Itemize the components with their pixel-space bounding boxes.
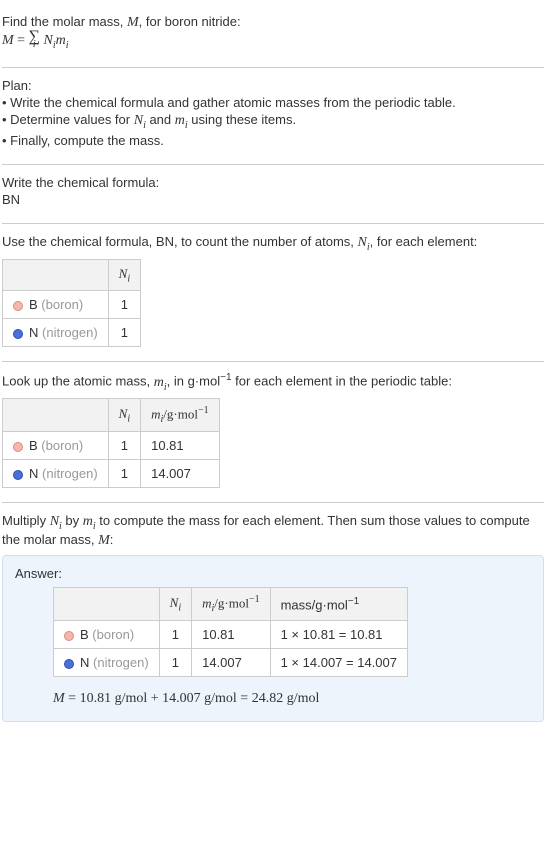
ni-cell: 1 <box>108 291 140 319</box>
lookup-section: Look up the atomic mass, mi, in g·mol−1 … <box>2 362 544 503</box>
boron-dot-icon <box>13 301 23 311</box>
nitrogen-dot-icon <box>13 329 23 339</box>
intro-line: Find the molar mass, M, for boron nitrid… <box>2 14 544 31</box>
ni-cell: 1 <box>108 319 140 347</box>
count-col-element <box>3 259 109 291</box>
mass-cell: 1 × 14.007 = 14.007 <box>270 648 407 676</box>
nitrogen-dot-icon <box>13 470 23 480</box>
element-cell: N (nitrogen) <box>3 460 109 488</box>
answer-box: Answer: Ni mi/g·mol−1 mass/g·mol−1 B (bo… <box>2 555 544 722</box>
multiply-text: Multiply Ni by mi to compute the mass fo… <box>2 513 544 549</box>
mass-cell: 1 × 10.81 = 10.81 <box>270 620 407 648</box>
answer-col-mi: mi/g·mol−1 <box>192 588 270 621</box>
count-table: Ni B (boron) 1 N (nitrogen) 1 <box>2 259 141 348</box>
element-cell: B (boron) <box>54 620 160 648</box>
mi-cell: 14.007 <box>192 648 270 676</box>
mi-cell: 10.81 <box>192 620 270 648</box>
count-section: Use the chemical formula, BN, to count t… <box>2 224 544 362</box>
element-cell: B (boron) <box>3 291 109 319</box>
element-cell: B (boron) <box>3 432 109 460</box>
count-heading: Use the chemical formula, BN, to count t… <box>2 234 544 253</box>
answer-section: Multiply Ni by mi to compute the mass fo… <box>2 503 544 736</box>
answer-col-element <box>54 588 160 621</box>
element-cell: N (nitrogen) <box>54 648 160 676</box>
mi-cell: 14.007 <box>141 460 219 488</box>
answer-col-ni: Ni <box>159 588 191 621</box>
boron-dot-icon <box>64 631 74 641</box>
boron-dot-icon <box>13 442 23 452</box>
plan-item-2: • Determine values for Ni and mi using t… <box>2 112 544 131</box>
table-row: N (nitrogen) 1 14.007 1 × 14.007 = 14.00… <box>54 648 408 676</box>
answer-label: Answer: <box>15 566 531 581</box>
element-cell: N (nitrogen) <box>3 319 109 347</box>
table-row: B (boron) 1 10.81 <box>3 432 220 460</box>
answer-col-mass: mass/g·mol−1 <box>270 588 407 621</box>
table-row: N (nitrogen) 1 14.007 <box>3 460 220 488</box>
ni-cell: 1 <box>108 432 140 460</box>
lookup-col-ni: Ni <box>108 399 140 432</box>
lookup-col-mi: mi/g·mol−1 <box>141 399 219 432</box>
plan-item-1: • Write the chemical formula and gather … <box>2 95 544 110</box>
table-row: B (boron) 1 <box>3 291 141 319</box>
chemical-formula-section: Write the chemical formula: BN <box>2 165 544 224</box>
mi-cell: 10.81 <box>141 432 219 460</box>
count-col-ni: Ni <box>108 259 140 291</box>
ni-cell: 1 <box>159 620 191 648</box>
plan-heading: Plan: <box>2 78 544 93</box>
chemformula-heading: Write the chemical formula: <box>2 175 544 190</box>
nitrogen-dot-icon <box>64 659 74 669</box>
molar-mass-formula: M = ∑i Nimi <box>2 33 544 51</box>
lookup-heading: Look up the atomic mass, mi, in g·mol−1 … <box>2 372 544 392</box>
result-line: M = 10.81 g/mol + 14.007 g/mol = 24.82 g… <box>53 691 531 707</box>
table-row: B (boron) 1 10.81 1 × 10.81 = 10.81 <box>54 620 408 648</box>
ni-cell: 1 <box>108 460 140 488</box>
plan-item-3: • Finally, compute the mass. <box>2 133 544 148</box>
table-row: N (nitrogen) 1 <box>3 319 141 347</box>
chemformula-value: BN <box>2 192 544 207</box>
answer-table: Ni mi/g·mol−1 mass/g·mol−1 B (boron) 1 1… <box>53 587 408 677</box>
plan-section: Plan: • Write the chemical formula and g… <box>2 68 544 165</box>
lookup-table: Ni mi/g·mol−1 B (boron) 1 10.81 N (nitro… <box>2 398 220 488</box>
ni-cell: 1 <box>159 648 191 676</box>
lookup-col-element <box>3 399 109 432</box>
intro-section: Find the molar mass, M, for boron nitrid… <box>2 4 544 68</box>
